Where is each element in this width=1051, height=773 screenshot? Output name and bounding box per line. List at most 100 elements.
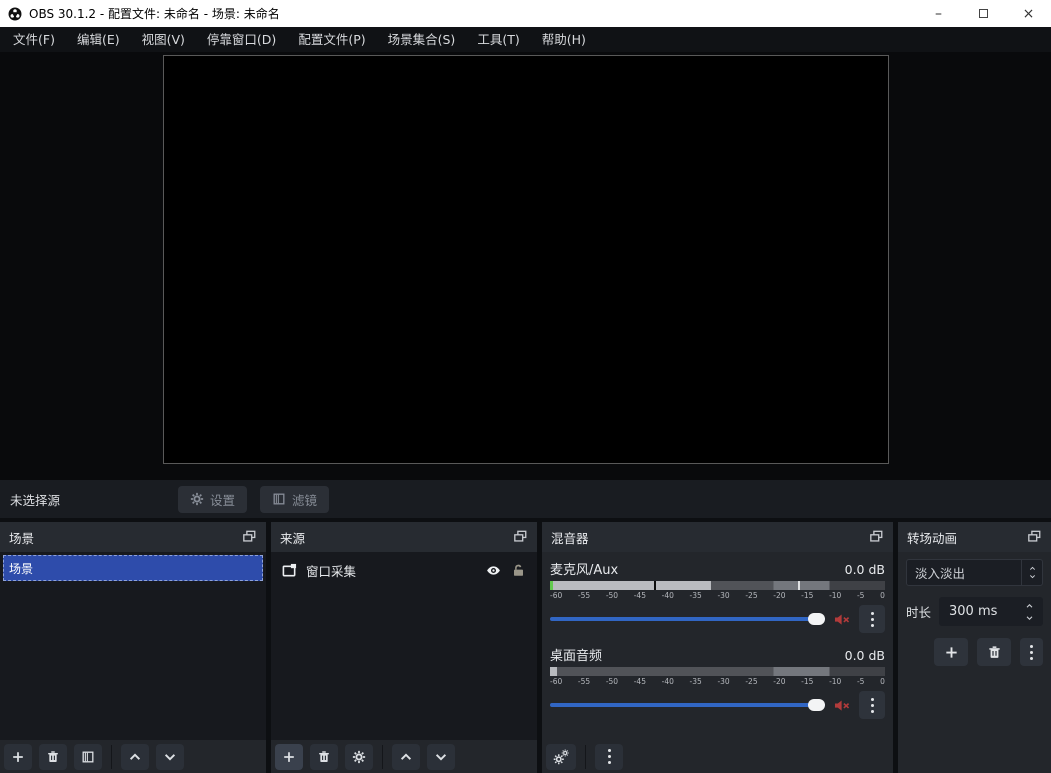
chevron-up-icon [128,750,142,764]
meter-peak-marker [654,581,656,590]
meter-tick-label: -10 [829,677,841,686]
volume-slider[interactable] [550,703,825,707]
meter-fill [550,581,711,590]
volume-slider[interactable] [550,617,825,621]
move-source-down-button[interactable] [427,744,455,770]
menu-item[interactable]: 编辑(E) [66,27,131,52]
mixer-toolbar [542,740,893,773]
source-list: 窗口采集 [271,552,537,740]
source-item[interactable]: 窗口采集 [274,555,534,585]
sources-dock-header[interactable]: 来源 [271,522,537,552]
transition-options-button[interactable] [1020,638,1043,666]
popout-icon[interactable] [513,530,528,544]
meter-peak-hold-marker [798,581,800,590]
preview-canvas[interactable] [163,55,889,464]
maximize-icon [979,9,988,18]
menu-item[interactable]: 帮助(H) [531,27,597,52]
volume-slider-handle[interactable] [808,613,825,625]
transition-select[interactable]: 淡入淡出 [906,559,1043,586]
menu-item[interactable]: 视图(V) [131,27,196,52]
add-scene-button[interactable] [4,744,32,770]
chevron-up-icon [1024,602,1035,610]
move-scene-down-button[interactable] [156,744,184,770]
title-bar[interactable]: OBS 30.1.2 - 配置文件: 未命名 - 场景: 未命名 – × [0,0,1051,27]
move-scene-up-button[interactable] [121,744,149,770]
channel-options-button[interactable] [859,605,885,633]
popout-icon[interactable] [1027,530,1042,544]
gear-icon [190,492,204,506]
remove-scene-button[interactable] [39,744,67,770]
menu-item[interactable]: 文件(F) [2,27,66,52]
menu-item[interactable]: 场景集合(S) [377,27,467,52]
scene-item-selected[interactable]: 场景 [3,555,263,581]
duration-spinner[interactable]: 300 ms [939,597,1043,626]
channel-name: 麦克风/Aux [550,559,618,578]
source-filters-label: 滤镜 [292,490,317,509]
advanced-audio-button[interactable] [546,744,576,770]
mute-speaker-icon[interactable] [833,612,851,627]
filter-icon [272,492,286,506]
meter-tick-label: -25 [745,677,757,686]
filter-icon [81,750,95,764]
trash-icon [317,750,331,764]
plus-icon [282,750,296,764]
menu-item[interactable]: 工具(T) [466,27,530,52]
meter-input-indicator [550,581,553,590]
meter-tick-label: -55 [578,591,590,600]
meter-tick-label: -45 [634,677,646,686]
meter-tick-label: -5 [857,677,864,686]
channel-options-button[interactable] [859,691,885,719]
lock-open-icon[interactable] [511,563,526,578]
meter-tick-label: -15 [801,677,813,686]
sources-dock: 来源 窗口采集 [271,522,537,773]
meter-tick-label: -50 [606,591,618,600]
meter-tick-label: 0 [880,677,885,686]
move-source-up-button[interactable] [392,744,420,770]
menu-item[interactable]: 配置文件(P) [287,27,376,52]
transitions-dock-header[interactable]: 转场动画 [898,522,1051,552]
popout-icon[interactable] [869,530,884,544]
meter-fill [550,667,557,676]
scene-item-label: 场景 [9,560,33,577]
kebab-menu-icon [608,749,611,764]
mute-speaker-icon[interactable] [833,698,851,713]
close-button[interactable]: × [1006,0,1051,27]
transitions-dock-title: 转场动画 [907,528,957,547]
trash-icon [46,750,60,764]
meter-tick-label: -40 [662,677,674,686]
menu-item[interactable]: 停靠窗口(D) [196,27,287,52]
meter-tick-label: -60 [550,677,562,686]
scenes-dock-title: 场景 [9,528,34,547]
maximize-button[interactable] [961,0,1006,27]
remove-source-button[interactable] [310,744,338,770]
window-capture-icon [282,563,297,578]
source-filters-button[interactable]: 滤镜 [260,486,329,513]
spinner-arrows[interactable] [1021,602,1043,622]
popout-icon[interactable] [242,530,257,544]
mixer-dock-header[interactable]: 混音器 [542,522,893,552]
preview-area [0,52,1051,480]
meter-tick-label: -10 [829,591,841,600]
mixer-dock: 混音器 麦克风/Aux 0.0 dB [542,522,893,773]
meter-scale: -60-55-50-45-40-35-30-25-20-15-10-50 [550,591,885,600]
trash-icon [987,645,1002,660]
remove-transition-button[interactable] [977,638,1011,666]
add-source-button[interactable] [275,744,303,770]
minimize-button[interactable]: – [916,0,961,27]
select-arrows[interactable] [1021,560,1042,585]
add-transition-button[interactable] [934,638,968,666]
source-properties-button[interactable]: 设置 [178,486,247,513]
toolbar-separator [111,745,112,769]
source-properties-gear-button[interactable] [345,744,373,770]
meter-tick-label: -40 [662,591,674,600]
transitions-dock: 转场动画 淡入淡出 时长 300 ms [898,522,1051,773]
scenes-dock-header[interactable]: 场景 [0,522,266,552]
mixer-options-button[interactable] [595,744,623,770]
visibility-eye-icon[interactable] [485,563,502,578]
chevron-up-icon [1028,565,1037,572]
meter-scale: -60-55-50-45-40-35-30-25-20-15-10-50 [550,677,885,686]
mixer-channels: 麦克风/Aux 0.0 dB -60-55-50-45-40-35-30-25-… [542,552,893,740]
meter-tick-label: -45 [634,591,646,600]
scene-filters-button[interactable] [74,744,102,770]
volume-slider-handle[interactable] [808,699,825,711]
